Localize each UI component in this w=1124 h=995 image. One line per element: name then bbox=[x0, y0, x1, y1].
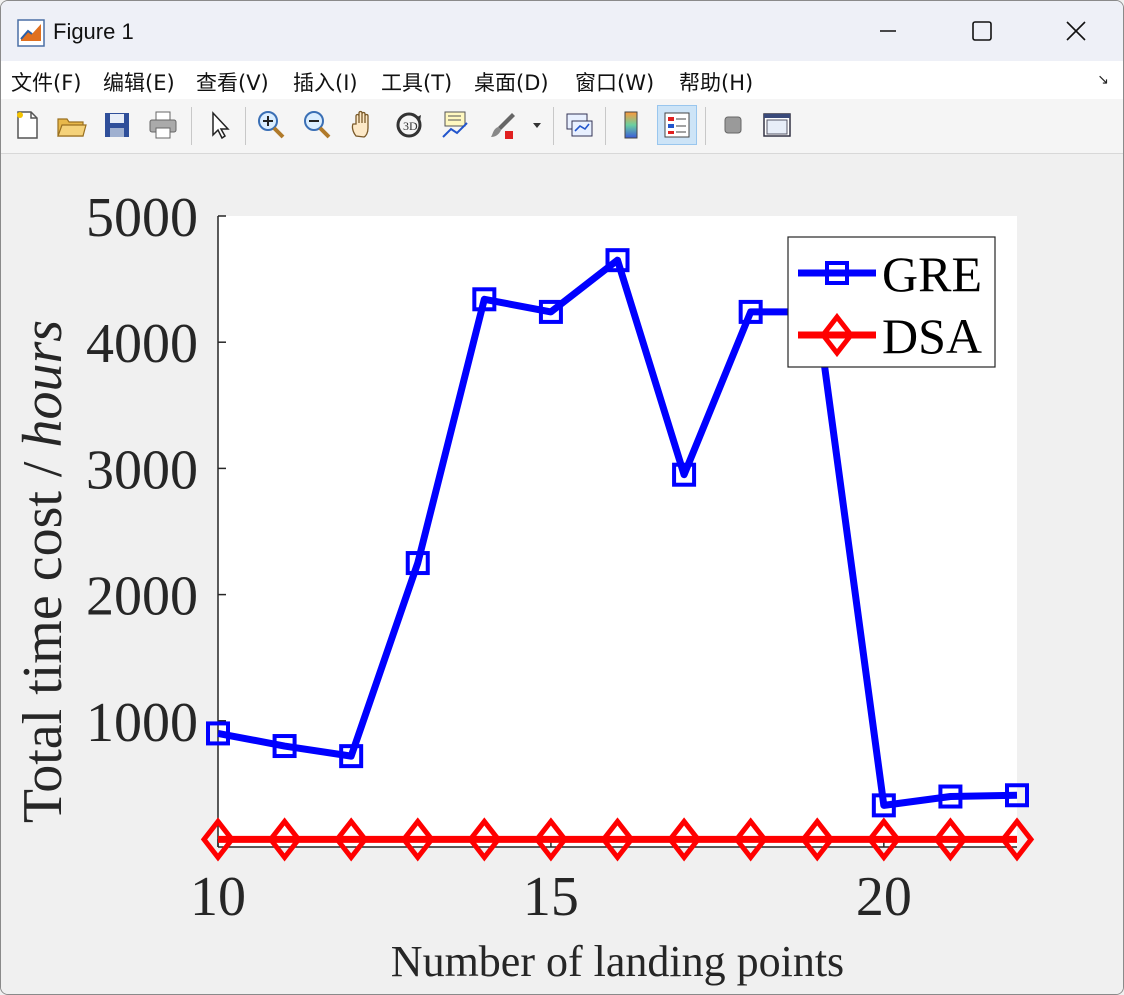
pointer-button[interactable] bbox=[199, 105, 239, 145]
show-plot-tools-button[interactable] bbox=[757, 105, 797, 145]
y-axis-label: Total time cost / hours bbox=[12, 320, 74, 823]
colorbar-icon bbox=[624, 111, 638, 139]
brush-dropdown-button[interactable] bbox=[525, 105, 549, 145]
new-figure-icon bbox=[17, 111, 38, 139]
title-bar: Figure 1 bbox=[1, 1, 1123, 61]
menu-insert[interactable]: 插入(I) bbox=[293, 67, 358, 97]
window-title: Figure 1 bbox=[53, 19, 134, 44]
x-tick-label: 15 bbox=[523, 866, 579, 928]
figure-canvas: 1000 2000 3000 4000 5000 10 15 20 Number of land… bbox=[1, 154, 1123, 994]
legend-button[interactable] bbox=[657, 105, 697, 145]
toolbar-separator bbox=[191, 107, 192, 145]
pan-button[interactable] bbox=[343, 105, 383, 145]
close-icon bbox=[1066, 21, 1086, 41]
link-plot-icon bbox=[566, 113, 593, 137]
rotate-3d-button[interactable]: 3D bbox=[389, 105, 429, 145]
save-button[interactable] bbox=[97, 105, 137, 145]
maximize-button[interactable] bbox=[959, 11, 1005, 51]
zoom-out-button[interactable] bbox=[297, 105, 337, 145]
y-tick-label: 1000 bbox=[86, 692, 198, 754]
figure-window: Figure 1 文件(F) 编辑(E) 查看(V) 插入(I) 工具(T) 桌… bbox=[0, 0, 1124, 995]
y-tick-label: 3000 bbox=[86, 439, 198, 501]
toolbar-separator bbox=[245, 107, 246, 145]
pan-icon bbox=[351, 110, 369, 138]
save-icon bbox=[105, 113, 129, 137]
y-tick-label: 4000 bbox=[86, 313, 198, 375]
data-cursor-button[interactable] bbox=[435, 105, 475, 145]
show-plot-tools-icon bbox=[763, 113, 791, 137]
line-chart[interactable]: 1000 2000 3000 4000 5000 10 15 20Number of land… bbox=[1, 154, 1123, 994]
toolbar-separator bbox=[553, 107, 554, 145]
colorbar-button[interactable] bbox=[611, 105, 651, 145]
legend-label-dsa: DSA bbox=[882, 308, 982, 364]
x-tick-label: 10 bbox=[190, 866, 246, 928]
menu-bar: 文件(F) 编辑(E) 查看(V) 插入(I) 工具(T) 桌面(D) 窗口(W… bbox=[1, 61, 1123, 99]
chevron-down-icon bbox=[533, 123, 541, 128]
toolbar-separator bbox=[605, 107, 606, 145]
matlab-app-icon bbox=[17, 19, 45, 47]
brush-button[interactable] bbox=[483, 105, 523, 145]
menu-expand-icon[interactable]: ↘ bbox=[1097, 71, 1109, 88]
brush-icon bbox=[491, 113, 515, 139]
y-tick-label: 2000 bbox=[86, 566, 198, 628]
minimize-icon bbox=[880, 30, 896, 32]
minimize-button[interactable] bbox=[865, 11, 911, 51]
menu-edit[interactable]: 编辑(E) bbox=[103, 67, 175, 97]
open-file-icon bbox=[57, 118, 87, 137]
zoom-out-icon bbox=[304, 111, 331, 139]
menu-tools[interactable]: 工具(T) bbox=[381, 67, 452, 97]
zoom-in-button[interactable] bbox=[251, 105, 291, 145]
svg-text:3D: 3D bbox=[403, 119, 418, 133]
legend-label-gre: GRE bbox=[882, 246, 982, 302]
legend-icon bbox=[664, 112, 690, 138]
toolbar-separator bbox=[705, 107, 706, 145]
close-button[interactable] bbox=[1053, 11, 1099, 51]
open-file-button[interactable] bbox=[51, 105, 91, 145]
hide-plot-tools-icon bbox=[724, 116, 742, 134]
menu-window[interactable]: 窗口(W) bbox=[575, 67, 654, 97]
y-tick-label: 5000 bbox=[86, 187, 198, 249]
pointer-icon bbox=[212, 111, 230, 140]
menu-help[interactable]: 帮助(H) bbox=[679, 67, 753, 97]
menu-desktop[interactable]: 桌面(D) bbox=[474, 67, 549, 97]
rotate-3d-icon: 3D bbox=[396, 112, 422, 138]
figure-toolbar: 3D bbox=[1, 99, 1123, 154]
link-plot-button[interactable] bbox=[559, 105, 599, 145]
maximize-icon bbox=[972, 21, 992, 41]
zoom-in-icon bbox=[258, 111, 285, 139]
x-axis-label: Number of landing points bbox=[391, 937, 844, 986]
x-tick-label: 20 bbox=[856, 866, 912, 928]
menu-file[interactable]: 文件(F) bbox=[11, 67, 81, 97]
hide-plot-tools-button[interactable] bbox=[713, 105, 753, 145]
new-figure-button[interactable] bbox=[7, 105, 47, 145]
menu-view[interactable]: 查看(V) bbox=[196, 67, 269, 97]
print-icon bbox=[149, 111, 177, 139]
data-cursor-icon bbox=[442, 111, 468, 138]
print-button[interactable] bbox=[143, 105, 183, 145]
